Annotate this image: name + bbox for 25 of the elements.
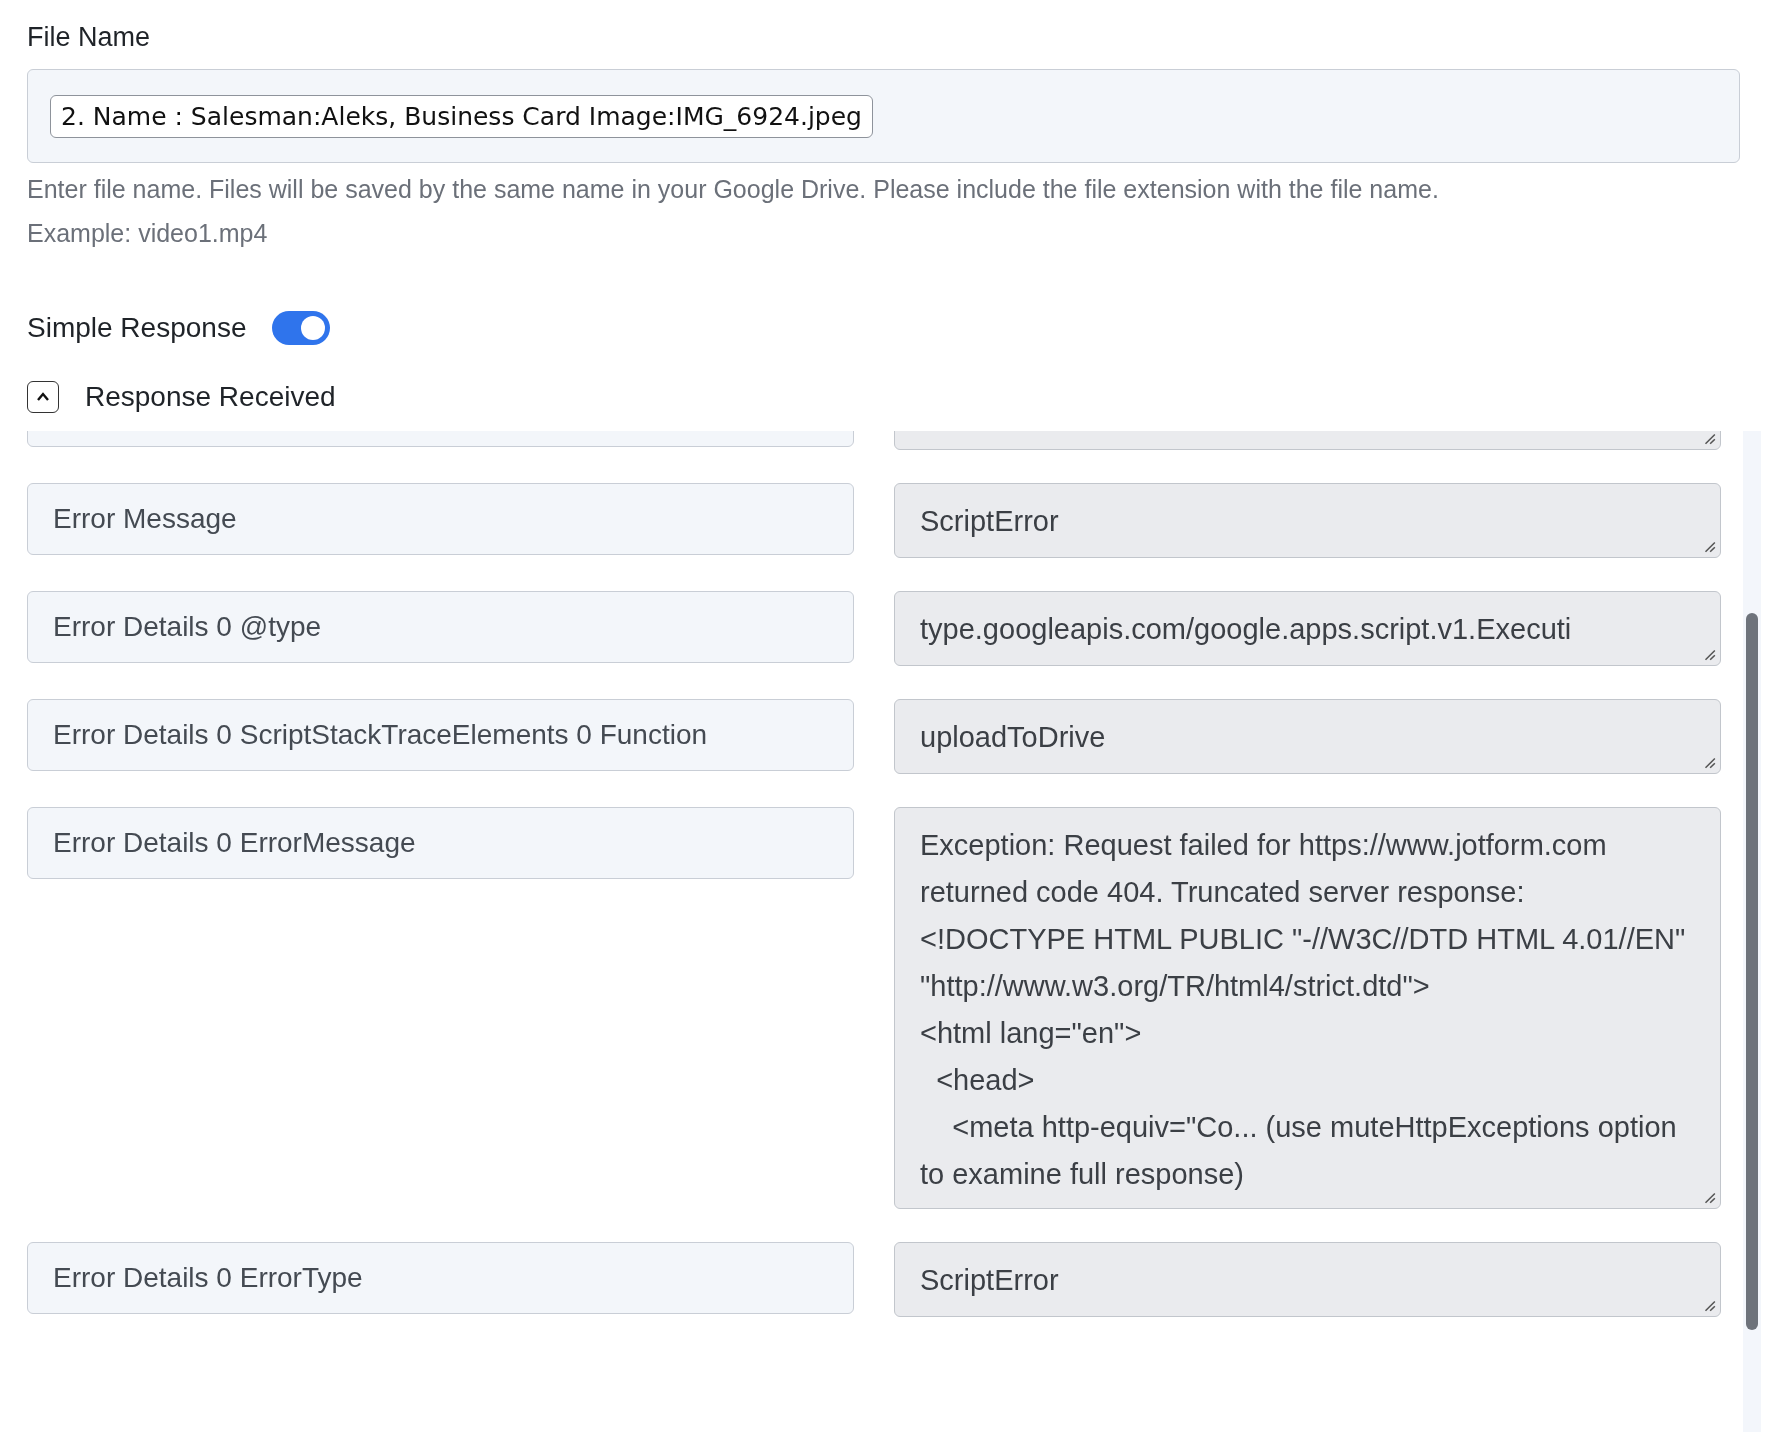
toggle-label: Simple Response — [27, 312, 247, 344]
file-name-input[interactable]: 2. Name : Salesman:Aleks, Business Card Image:IMG_6924.jpeg — [50, 94, 873, 138]
value-field[interactable]: Exception: Request failed for https://www.jotform.com returned code 404. Truncated server response: <!DOCTYPE HTML PUBLIC "-//W3C//DTD HTML 4.01//EN" "http://www.w3.org/TR/html4/strict.dtd"> <html lang="en"> <head> <meta http-equiv="Co... (use muteHttpExceptions option to examine full response) — [894, 807, 1721, 1209]
scrollbar[interactable] — [1743, 431, 1761, 1432]
collapse-toggle[interactable] — [27, 381, 59, 413]
key-field: Error Details 0 ErrorMessage — [27, 807, 854, 879]
key-field: Error Message — [27, 483, 854, 555]
resize-handle-icon[interactable] — [1702, 1298, 1716, 1312]
key-field: Error Details 0 @type — [27, 591, 854, 663]
toggle-switch[interactable] — [272, 311, 331, 345]
value-field[interactable]: uploadToDrive — [894, 699, 1721, 774]
key-field: Error Details 0 ScriptStackTraceElements 0 Function — [27, 699, 854, 771]
resize-handle-icon[interactable] — [1702, 1190, 1716, 1204]
resize-handle-icon[interactable] — [1702, 431, 1716, 445]
resize-handle-icon[interactable] — [1702, 755, 1716, 769]
value-field[interactable]: ScriptError — [894, 1242, 1721, 1317]
resize-handle-icon[interactable] — [1702, 539, 1716, 553]
help-text: Example: video1.mp4 — [27, 218, 268, 249]
value-field[interactable]: ScriptError — [894, 483, 1721, 558]
key-field: Error Details 0 ErrorType — [27, 1242, 854, 1314]
help-text: Enter file name. Files will be saved by the same name in your Google Drive. Please include the file extension with the file name. — [27, 174, 1439, 205]
resize-handle-icon[interactable] — [1702, 647, 1716, 661]
section-title: Response Received — [85, 381, 336, 413]
field-label: File Name — [27, 22, 151, 53]
value-field[interactable]: type.googleapis.com/google.apps.script.v1.Executi — [894, 591, 1721, 666]
